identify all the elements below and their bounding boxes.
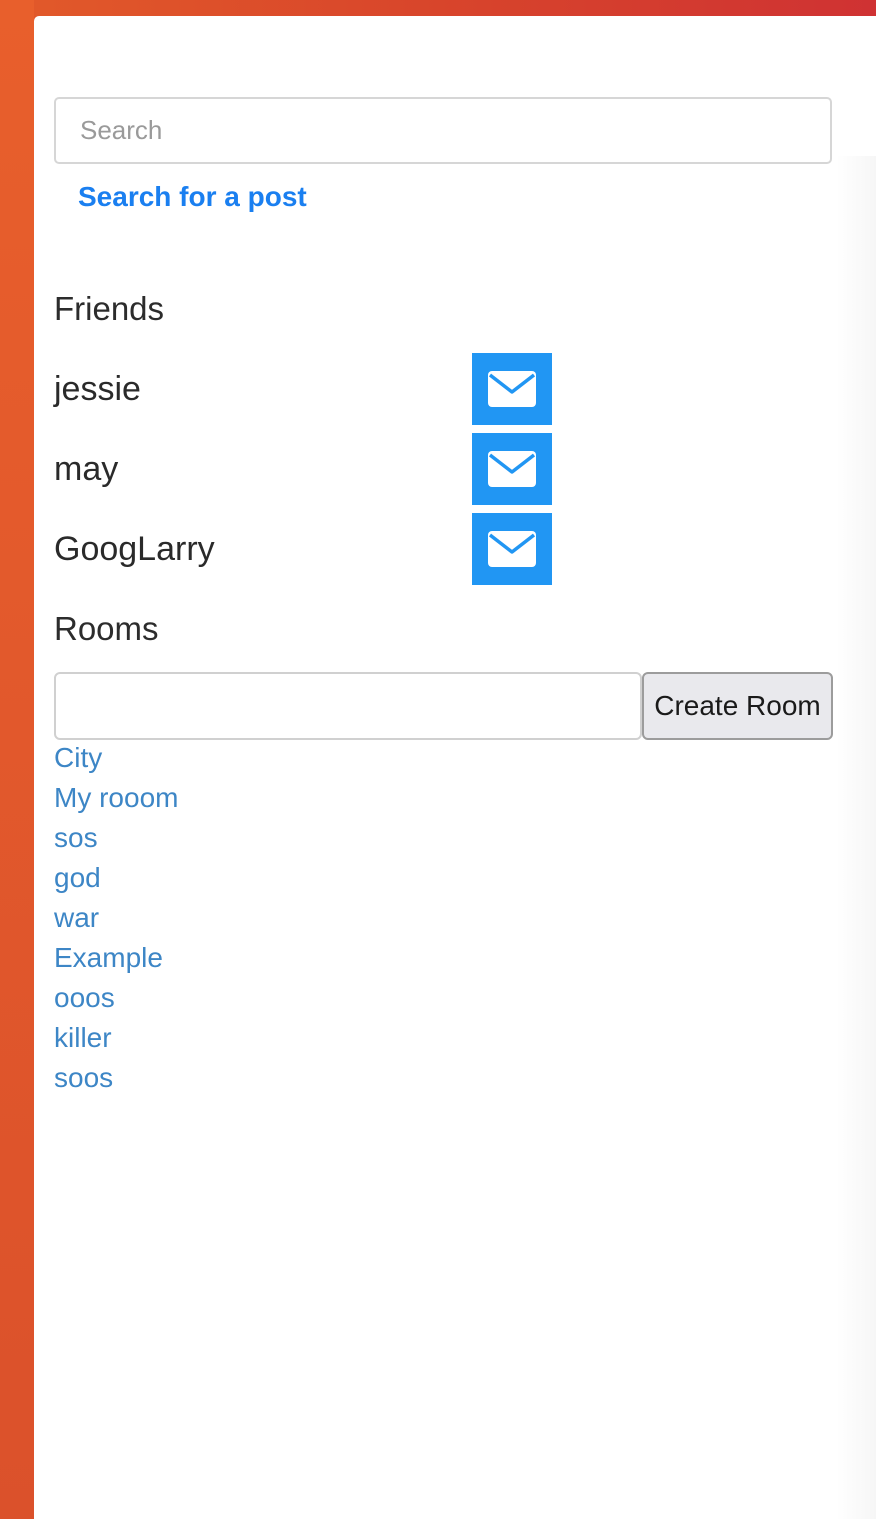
room-list-item: My rooom — [54, 778, 178, 818]
room-link[interactable]: sos — [54, 822, 98, 853]
envelope-icon — [488, 371, 536, 407]
room-list-item: sos — [54, 818, 178, 858]
room-link[interactable]: City — [54, 742, 102, 773]
room-list-item: City — [54, 738, 178, 778]
top-accent-bar — [0, 0, 876, 16]
room-list-item: Example — [54, 938, 178, 978]
envelope-icon — [488, 531, 536, 567]
panel-edge-shadow — [836, 156, 876, 1519]
message-friend-button[interactable] — [472, 433, 552, 505]
room-link[interactable]: Example — [54, 942, 163, 973]
room-list-item: killer — [54, 1018, 178, 1058]
room-link[interactable]: ooos — [54, 982, 115, 1013]
search-post-link[interactable]: Search for a post — [78, 180, 307, 214]
sidebar-panel: Search for a post Friends jessie may Goo… — [34, 16, 876, 1519]
room-link[interactable]: My rooom — [54, 782, 178, 813]
room-list-item: god — [54, 858, 178, 898]
room-link[interactable]: soos — [54, 1062, 113, 1093]
message-friend-button[interactable] — [472, 513, 552, 585]
room-link[interactable]: killer — [54, 1022, 112, 1053]
room-list-item: war — [54, 898, 178, 938]
search-input[interactable] — [54, 97, 832, 164]
room-list-item: soos — [54, 1058, 178, 1098]
friend-name: may — [54, 450, 119, 488]
friend-name: jessie — [54, 370, 141, 408]
room-list: City My rooom sos god war Example ooos k… — [54, 738, 178, 1098]
left-accent-bar — [0, 0, 34, 1519]
new-room-input[interactable] — [54, 672, 642, 740]
friends-heading: Friends — [54, 290, 165, 327]
friend-name: GoogLarry — [54, 530, 215, 568]
room-link[interactable]: god — [54, 862, 101, 893]
create-room-button[interactable]: Create Room — [642, 672, 833, 740]
envelope-icon — [488, 451, 536, 487]
message-friend-button[interactable] — [472, 353, 552, 425]
room-link[interactable]: war — [54, 902, 99, 933]
room-list-item: ooos — [54, 978, 178, 1018]
rooms-heading: Rooms — [54, 610, 159, 647]
